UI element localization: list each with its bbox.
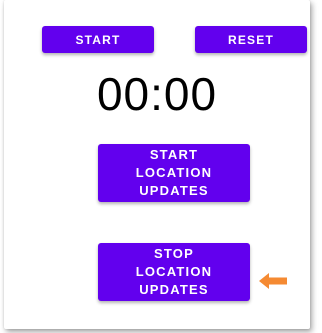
timer-display: 00:00 xyxy=(96,68,218,120)
app-screen: START RESET 00:00 START LOCATION UPDATES… xyxy=(4,0,310,329)
stop-location-updates-button[interactable]: STOP LOCATION UPDATES xyxy=(98,243,250,301)
start-button[interactable]: START xyxy=(42,26,154,53)
reset-button[interactable]: RESET xyxy=(195,26,307,53)
left-arrow-icon xyxy=(259,273,287,289)
start-location-updates-button[interactable]: START LOCATION UPDATES xyxy=(98,144,250,202)
